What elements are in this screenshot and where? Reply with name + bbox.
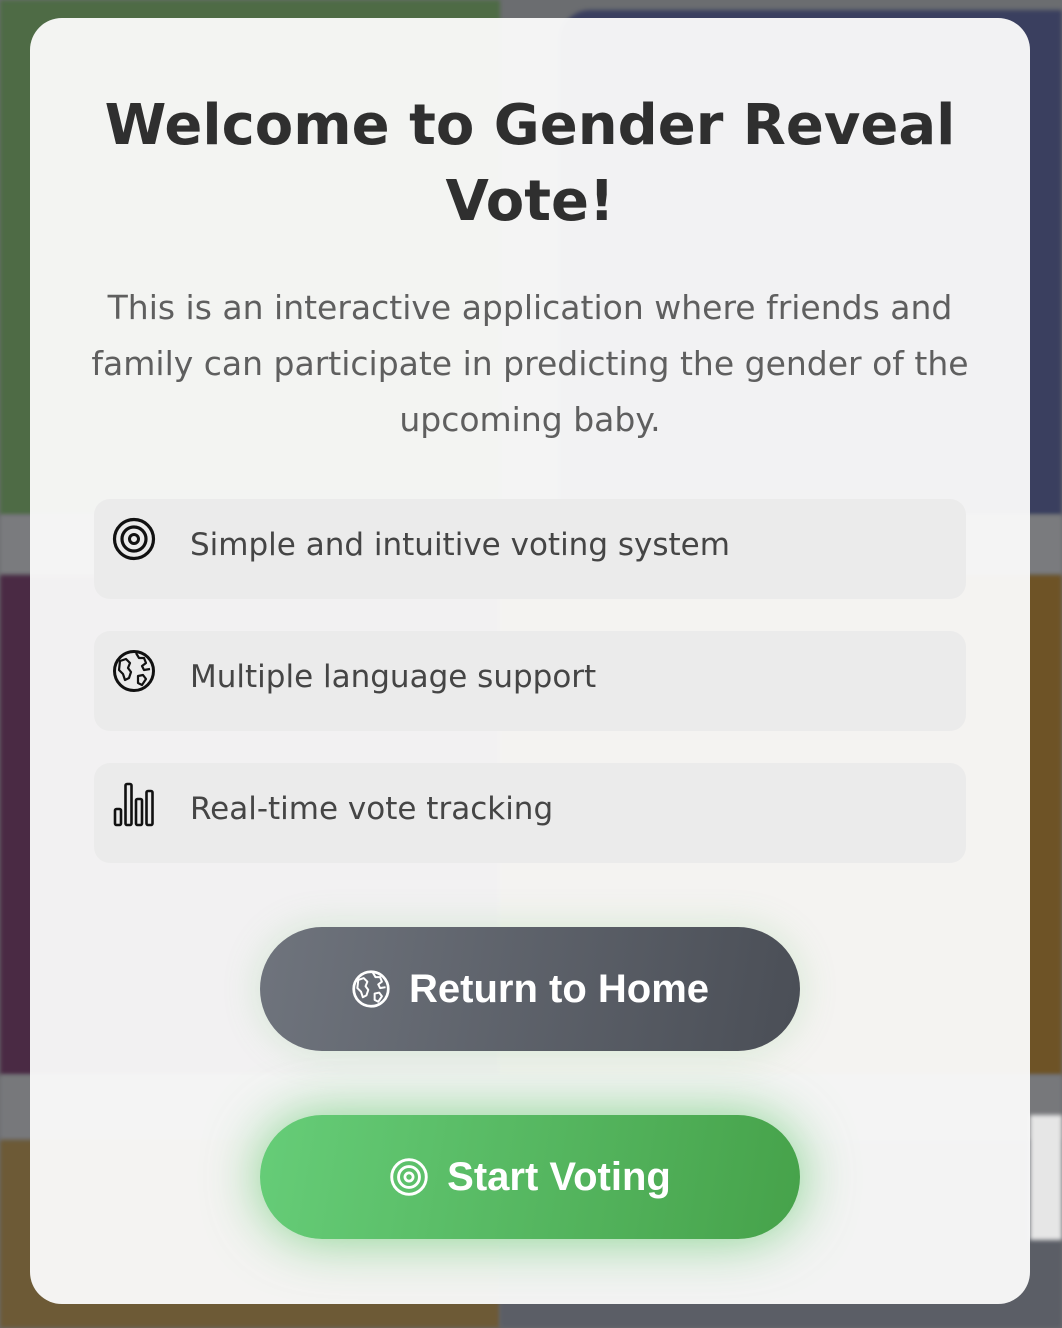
start-voting-button[interactable]: Start Voting (260, 1115, 800, 1239)
feature-label: Simple and intuitive voting system (190, 527, 730, 563)
feature-item-voting: Simple and intuitive voting system (94, 499, 966, 599)
modal-title: Welcome to Gender Reveal Vote! (104, 93, 956, 234)
welcome-modal: Welcome to Gender Reveal Vote! This is a… (30, 18, 1030, 1304)
modal-intro-text: This is an interactive application where… (91, 288, 969, 439)
bar-chart-icon (112, 781, 156, 827)
target-icon (112, 517, 156, 561)
globe-icon (351, 969, 391, 1009)
background-card (1030, 1115, 1062, 1240)
feature-item-tracking: Real-time vote tracking (94, 763, 966, 863)
start-voting-label: Start Voting (447, 1154, 671, 1199)
globe-icon (112, 649, 156, 693)
return-home-button[interactable]: Return to Home (260, 927, 800, 1051)
return-home-label: Return to Home (409, 966, 709, 1011)
feature-item-languages: Multiple language support (94, 631, 966, 731)
target-icon (389, 1157, 429, 1197)
feature-label: Multiple language support (190, 659, 597, 695)
feature-label: Real-time vote tracking (190, 791, 554, 827)
feature-list: Simple and intuitive voting system Multi… (94, 499, 966, 895)
